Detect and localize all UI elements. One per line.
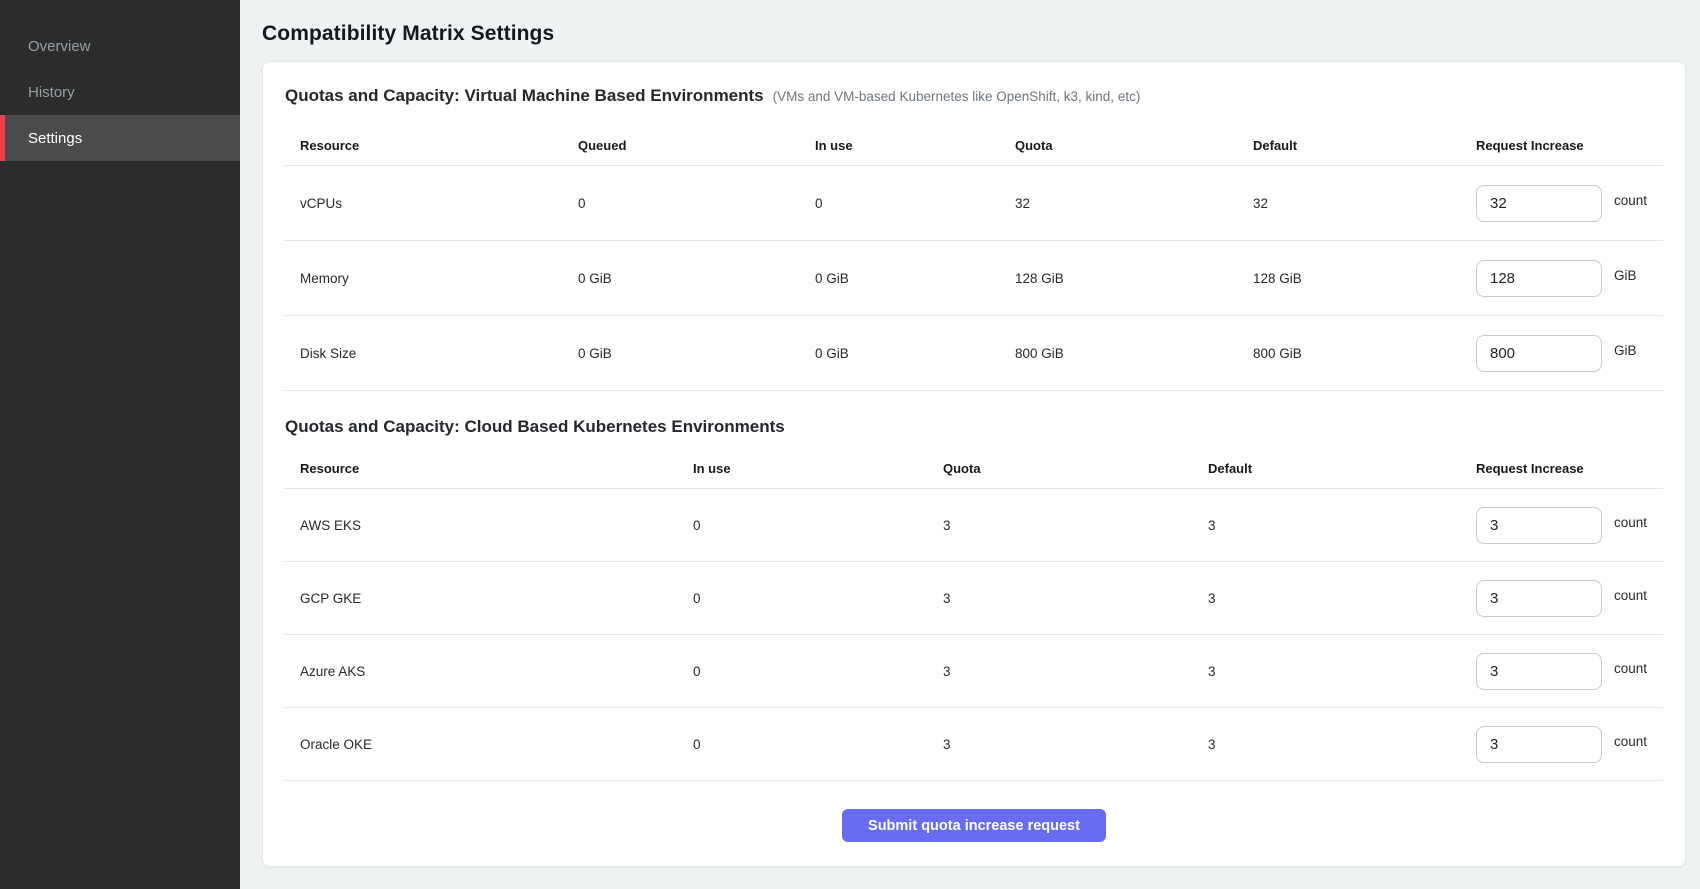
sidebar: Overview History Settings bbox=[0, 0, 240, 889]
quota-settings-card: Quotas and Capacity: Virtual Machine Bas… bbox=[262, 61, 1686, 867]
azure-aks-request-increase-input[interactable] bbox=[1476, 653, 1602, 690]
request-increase-cell: count bbox=[1461, 185, 1663, 222]
column-header-request-increase: Request Increase bbox=[1461, 138, 1663, 153]
column-header-request-increase: Request Increase bbox=[1461, 461, 1663, 476]
table-row-azure-aks: Azure AKS 0 3 3 count bbox=[285, 635, 1663, 708]
in-use-value: 0 GiB bbox=[800, 346, 1000, 361]
table-row-oracle-oke: Oracle OKE 0 3 3 count bbox=[285, 708, 1663, 781]
sidebar-item-history[interactable]: History bbox=[0, 69, 240, 115]
resource-name: Disk Size bbox=[285, 346, 563, 361]
column-header-default: Default bbox=[1193, 461, 1461, 476]
queued-value: 0 GiB bbox=[563, 346, 800, 361]
disk-size-request-increase-input[interactable] bbox=[1476, 335, 1602, 372]
oracle-oke-request-increase-input[interactable] bbox=[1476, 726, 1602, 763]
quota-value: 3 bbox=[928, 518, 1193, 533]
quota-value: 800 GiB bbox=[1000, 346, 1238, 361]
k8s-section-title: Quotas and Capacity: Cloud Based Kuberne… bbox=[285, 417, 785, 437]
unit-label: GiB bbox=[1614, 268, 1637, 283]
in-use-value: 0 bbox=[678, 518, 928, 533]
quota-value: 3 bbox=[928, 737, 1193, 752]
table-row-memory: Memory 0 GiB 0 GiB 128 GiB 128 GiB GiB bbox=[285, 241, 1663, 316]
default-value: 3 bbox=[1193, 591, 1461, 606]
default-value: 3 bbox=[1193, 737, 1461, 752]
vm-quota-table: Resource Queued In use Quota Default Req… bbox=[285, 126, 1663, 391]
vm-section-header: Quotas and Capacity: Virtual Machine Bas… bbox=[285, 86, 1663, 106]
table-row-vcpus: vCPUs 0 0 32 32 count bbox=[285, 166, 1663, 241]
sidebar-item-label: History bbox=[28, 84, 75, 101]
vm-table-header-row: Resource Queued In use Quota Default Req… bbox=[285, 126, 1663, 166]
in-use-value: 0 GiB bbox=[800, 271, 1000, 286]
default-value: 128 GiB bbox=[1238, 271, 1461, 286]
column-header-resource: Resource bbox=[285, 461, 678, 476]
sidebar-item-settings[interactable]: Settings bbox=[0, 115, 240, 161]
column-header-resource: Resource bbox=[285, 138, 563, 153]
request-increase-cell: count bbox=[1461, 507, 1663, 544]
column-header-default: Default bbox=[1238, 138, 1461, 153]
default-value: 3 bbox=[1193, 664, 1461, 679]
in-use-value: 0 bbox=[678, 591, 928, 606]
queued-value: 0 GiB bbox=[563, 271, 800, 286]
quota-value: 3 bbox=[928, 591, 1193, 606]
resource-name: AWS EKS bbox=[285, 518, 678, 533]
memory-request-increase-input[interactable] bbox=[1476, 260, 1602, 297]
unit-label: count bbox=[1614, 193, 1647, 208]
in-use-value: 0 bbox=[678, 737, 928, 752]
unit-label: count bbox=[1614, 661, 1647, 676]
column-header-queued: Queued bbox=[563, 138, 800, 153]
quota-value: 128 GiB bbox=[1000, 271, 1238, 286]
column-header-quota: Quota bbox=[928, 461, 1193, 476]
gcp-gke-request-increase-input[interactable] bbox=[1476, 580, 1602, 617]
queued-value: 0 bbox=[563, 196, 800, 211]
quota-value: 32 bbox=[1000, 196, 1238, 211]
default-value: 32 bbox=[1238, 196, 1461, 211]
vm-section-subtitle: (VMs and VM-based Kubernetes like OpenSh… bbox=[773, 89, 1141, 104]
unit-label: count bbox=[1614, 734, 1647, 749]
sidebar-item-overview[interactable]: Overview bbox=[0, 23, 240, 69]
column-header-quota: Quota bbox=[1000, 138, 1238, 153]
unit-label: count bbox=[1614, 588, 1647, 603]
default-value: 800 GiB bbox=[1238, 346, 1461, 361]
submit-quota-increase-button[interactable]: Submit quota increase request bbox=[842, 809, 1106, 842]
aws-eks-request-increase-input[interactable] bbox=[1476, 507, 1602, 544]
resource-name: Oracle OKE bbox=[285, 737, 678, 752]
request-increase-cell: count bbox=[1461, 726, 1663, 763]
in-use-value: 0 bbox=[800, 196, 1000, 211]
table-row-aws-eks: AWS EKS 0 3 3 count bbox=[285, 489, 1663, 562]
sidebar-item-label: Settings bbox=[28, 130, 82, 147]
request-increase-cell: GiB bbox=[1461, 260, 1663, 297]
quota-value: 3 bbox=[928, 664, 1193, 679]
vm-section-title: Quotas and Capacity: Virtual Machine Bas… bbox=[285, 86, 764, 106]
request-increase-cell: GiB bbox=[1461, 335, 1663, 372]
page-title: Compatibility Matrix Settings bbox=[262, 22, 1686, 46]
resource-name: GCP GKE bbox=[285, 591, 678, 606]
request-increase-cell: count bbox=[1461, 653, 1663, 690]
column-header-in-use: In use bbox=[800, 138, 1000, 153]
request-increase-cell: count bbox=[1461, 580, 1663, 617]
k8s-table-header-row: Resource In use Quota Default Request In… bbox=[285, 449, 1663, 489]
main-content: Compatibility Matrix Settings Quotas and… bbox=[240, 0, 1700, 889]
table-row-gcp-gke: GCP GKE 0 3 3 count bbox=[285, 562, 1663, 635]
default-value: 3 bbox=[1193, 518, 1461, 533]
sidebar-item-label: Overview bbox=[28, 38, 91, 55]
unit-label: count bbox=[1614, 515, 1647, 530]
unit-label: GiB bbox=[1614, 343, 1637, 358]
resource-name: vCPUs bbox=[285, 196, 563, 211]
k8s-section-header: Quotas and Capacity: Cloud Based Kuberne… bbox=[285, 417, 1663, 437]
table-row-disk-size: Disk Size 0 GiB 0 GiB 800 GiB 800 GiB Gi… bbox=[285, 316, 1663, 391]
resource-name: Memory bbox=[285, 271, 563, 286]
resource-name: Azure AKS bbox=[285, 664, 678, 679]
in-use-value: 0 bbox=[678, 664, 928, 679]
submit-row: Submit quota increase request bbox=[285, 809, 1663, 842]
column-header-in-use: In use bbox=[678, 461, 928, 476]
k8s-quota-table: Resource In use Quota Default Request In… bbox=[285, 449, 1663, 781]
vcpus-request-increase-input[interactable] bbox=[1476, 185, 1602, 222]
